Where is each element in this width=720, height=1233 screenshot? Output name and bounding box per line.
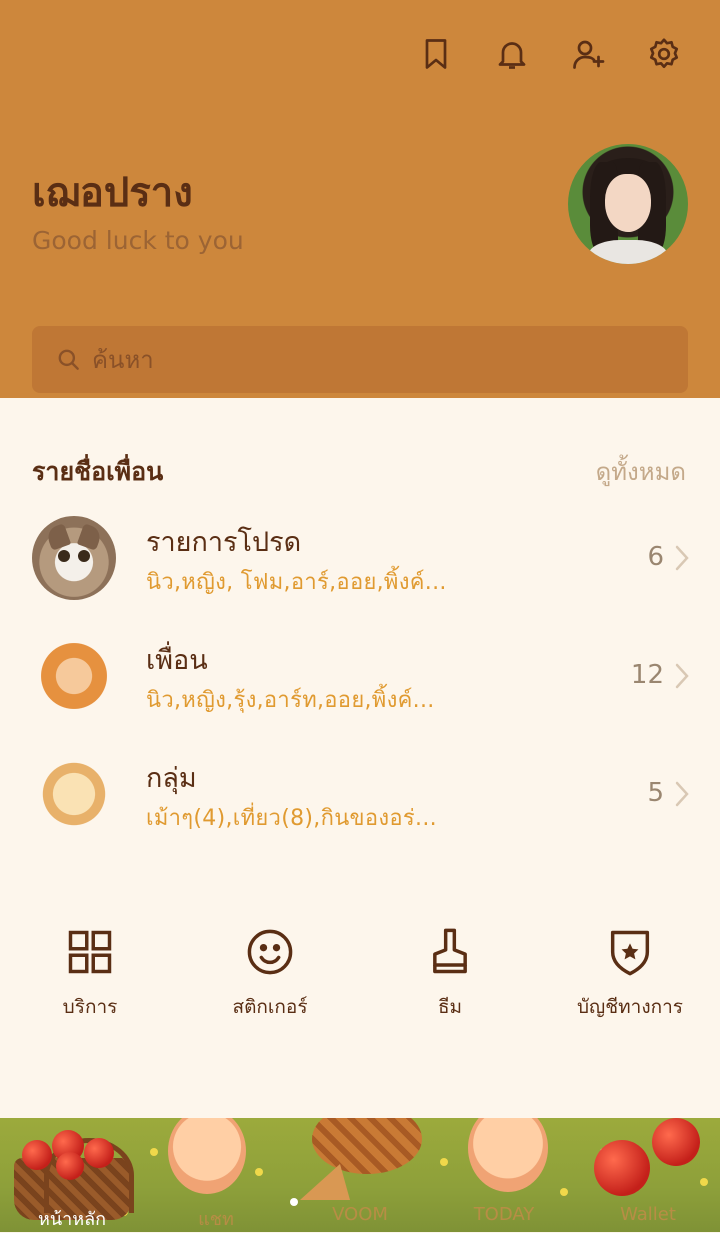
list-item-count: 12 [630, 660, 664, 690]
profile-name[interactable]: เฌอปราง [32, 160, 193, 224]
list-item-name: เพื่อน [146, 645, 208, 676]
stickers-label: สติกเกอร์ [232, 996, 308, 1018]
themes-label: ธีม [437, 996, 463, 1018]
list-item-name: รายการโปรด [146, 527, 302, 558]
bear-decoration-2 [468, 1118, 548, 1192]
bell-icon[interactable] [492, 34, 532, 74]
search-icon [58, 349, 79, 370]
nav-tab-today[interactable]: TODAY [444, 1204, 564, 1225]
avatar[interactable] [568, 144, 688, 264]
stickers-button[interactable]: สติกเกอร์ [180, 926, 360, 1022]
bear-decoration [168, 1118, 246, 1194]
services-label: บริการ [62, 996, 118, 1018]
friends-thumbnail [32, 634, 116, 718]
list-item-members: นิว,หญิง,รุ้ง,อาร์ท,ออย,พิ้งค์... [146, 688, 435, 713]
settings-icon[interactable] [644, 34, 684, 74]
grid-icon [68, 930, 112, 974]
top-toolbar [380, 34, 684, 74]
add-friend-icon[interactable] [568, 34, 608, 74]
nav-tab-wallet[interactable]: Wallet [588, 1204, 708, 1225]
pie-decoration [312, 1118, 422, 1174]
chevron-right-icon [675, 545, 689, 571]
favorites-thumbnail [32, 516, 116, 600]
profile-header: เฌอปราง Good luck to you ค้นหา [0, 0, 720, 398]
themes-button[interactable]: ธีม [360, 926, 540, 1022]
list-item-favorites[interactable]: รายการโปรด นิว,หญิง, โฟม,อาร์,ออย,พิ้งค์… [0, 516, 720, 616]
list-item-count: 5 [647, 778, 664, 808]
section-title: รายชื่อเพื่อน [32, 457, 164, 486]
bookmark-icon[interactable] [416, 34, 456, 74]
list-item-members: นิว,หญิง, โฟม,อาร์,ออย,พิ้งค์... [146, 570, 447, 595]
search-input[interactable]: ค้นหา [32, 326, 688, 393]
search-placeholder: ค้นหา [92, 346, 154, 374]
official-accounts-button[interactable]: บัญชีทางการ [540, 926, 720, 1022]
smiley-icon [247, 929, 293, 975]
groups-thumbnail [32, 752, 116, 836]
chevron-right-icon [675, 663, 689, 689]
list-item-count: 6 [647, 542, 664, 572]
brush-icon [433, 928, 467, 974]
nav-tab-chats[interactable]: แชท [156, 1204, 276, 1233]
list-item-members: เม้าๆ(4),เที่ยว(8),กินของอร่... [146, 806, 437, 831]
see-all-link[interactable]: ดูทั้งหมด [596, 452, 686, 491]
nav-tab-home[interactable]: หน้าหลัก [12, 1204, 132, 1233]
list-item-friends[interactable]: เพื่อน นิว,หญิง,รุ้ง,อาร์ท,ออย,พิ้งค์...… [0, 634, 720, 734]
shield-star-icon [610, 930, 650, 976]
status-message[interactable]: Good luck to you [32, 226, 244, 255]
nav-tab-voom[interactable]: VOOM [300, 1204, 420, 1225]
list-item-groups[interactable]: กลุ่ม เม้าๆ(4),เที่ยว(8),กินของอร่... 5 [0, 752, 720, 852]
services-button[interactable]: บริการ [0, 926, 180, 1022]
official-accounts-label: บัญชีทางการ [577, 996, 683, 1018]
chevron-right-icon [675, 781, 689, 807]
list-item-name: กลุ่ม [146, 763, 197, 794]
